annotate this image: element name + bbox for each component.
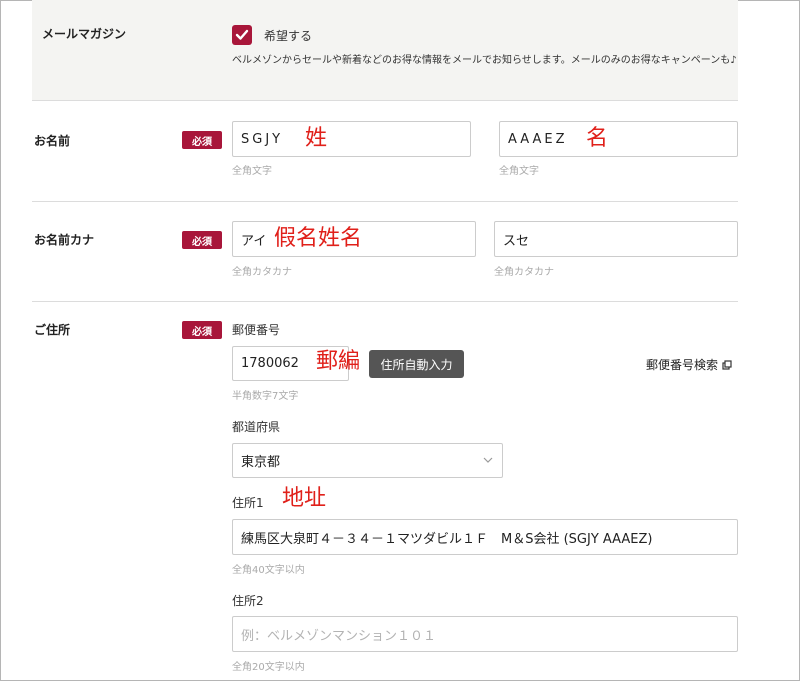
annotation-address: 地址	[282, 486, 327, 511]
address-label: ご住所	[34, 323, 71, 337]
first-kana-input[interactable]: スセ	[494, 221, 738, 257]
address-autofill-button[interactable]: 住所自動入力	[369, 350, 464, 378]
kana-label: お名前カナ	[34, 233, 95, 247]
annotation-postal: 郵編	[316, 349, 361, 374]
divider	[32, 201, 738, 202]
address1-input[interactable]: 練馬区大泉町４－３４－１マツダビル１Ｆ M＆S会社 (SGJY AAAEZ)	[232, 519, 738, 555]
first-kana-hint: 全角カタカナ	[494, 267, 554, 278]
newsletter-section	[32, 0, 738, 101]
external-link-icon	[722, 359, 732, 370]
newsletter-label: メールマガジン	[42, 27, 127, 41]
prefecture-value: 東京都	[241, 455, 281, 470]
first-name-hint: 全角文字	[499, 166, 539, 177]
last-kana-hint: 全角カタカナ	[232, 267, 292, 278]
annotation-first-name: 名	[586, 126, 609, 151]
postal-search-link-label: 郵便番号検索	[646, 358, 719, 372]
address1-label: 住所1	[232, 496, 264, 510]
required-badge: 必須	[182, 321, 222, 339]
page-frame	[0, 0, 800, 681]
postal-code-label: 郵便番号	[232, 323, 281, 337]
name-label: お名前	[34, 134, 71, 148]
prefecture-label: 都道府県	[232, 420, 281, 434]
first-name-input[interactable]: AAAEZ	[499, 121, 738, 157]
last-name-input[interactable]: SGJY	[232, 121, 471, 157]
newsletter-checkbox-label: 希望する	[264, 29, 313, 43]
prefecture-select[interactable]: 東京都	[232, 443, 503, 478]
newsletter-checkbox[interactable]	[232, 25, 252, 45]
required-badge: 必須	[182, 131, 222, 149]
check-icon	[235, 29, 249, 40]
annotation-last-name: 姓	[305, 126, 328, 151]
annotation-kana: 假名姓名	[274, 226, 363, 251]
divider	[32, 301, 738, 302]
chevron-down-icon	[483, 457, 493, 463]
address2-label: 住所2	[232, 594, 264, 608]
postal-search-link[interactable]: 郵便番号検索	[646, 356, 732, 373]
postal-code-hint: 半角数字7文字	[232, 391, 299, 402]
newsletter-description: ベルメゾンからセールや新着などのお得な情報をメールでお知らせします。メールのみの…	[232, 55, 737, 66]
address2-hint: 全角20文字以内	[232, 662, 305, 673]
required-badge: 必須	[182, 231, 222, 249]
address1-hint: 全角40文字以内	[232, 565, 305, 576]
address2-input[interactable]: 例：ベルメゾンマンション１０１	[232, 616, 738, 652]
last-name-hint: 全角文字	[232, 166, 272, 177]
